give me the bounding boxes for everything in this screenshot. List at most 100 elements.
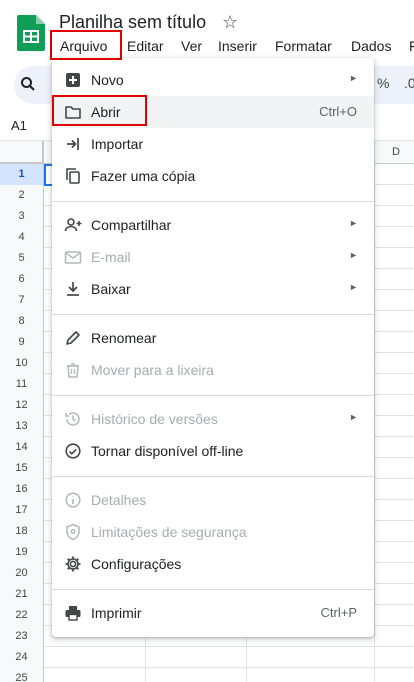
- menu-item-mover-lixeira: Mover para a lixeira: [52, 354, 374, 386]
- menu-item-label: Renomear: [91, 330, 157, 346]
- row-number-header[interactable]: 17: [0, 500, 44, 521]
- menu-item-abrir[interactable]: Abrir Ctrl+O: [52, 96, 374, 128]
- row-number-header[interactable]: 15: [0, 458, 44, 479]
- pencil-icon: [66, 331, 80, 345]
- menu-ver[interactable]: Ver: [181, 38, 202, 54]
- shortcut-label: Ctrl+O: [319, 104, 357, 119]
- row-number-header[interactable]: 14: [0, 437, 44, 458]
- row-number-header[interactable]: 13: [0, 416, 44, 437]
- name-box[interactable]: A1: [11, 118, 27, 133]
- menu-item-detalhes: Detalhes: [52, 484, 374, 516]
- menu-item-limitacoes-seguranca: Limitações de segurança: [52, 516, 374, 548]
- menu-item-label: Imprimir: [91, 605, 142, 621]
- menu-item-renomear[interactable]: Renomear: [52, 322, 374, 354]
- menu-item-label: Compartilhar: [91, 217, 172, 233]
- row-number-header[interactable]: 12: [0, 395, 44, 416]
- submenu-arrow-icon: ►: [349, 218, 358, 228]
- menu-item-imprimir[interactable]: Imprimir Ctrl+P: [52, 597, 374, 629]
- info-icon: [65, 492, 81, 508]
- decrease-decimal-button[interactable]: .0: [404, 75, 414, 91]
- row-number-header[interactable]: 7: [0, 290, 44, 311]
- menu-item-configuracoes[interactable]: Configurações: [52, 548, 374, 580]
- menu-item-label: Tornar disponível off-line: [91, 443, 244, 459]
- submenu-arrow-icon: ►: [349, 250, 358, 260]
- row-number-header[interactable]: 18: [0, 521, 44, 542]
- menu-item-label: Mover para a lixeira: [91, 362, 214, 378]
- select-all-corner[interactable]: [0, 141, 44, 164]
- menu-item-label: Limitações de segurança: [91, 524, 247, 540]
- menu-item-compartilhar[interactable]: Compartilhar ►: [52, 209, 374, 241]
- menu-item-baixar[interactable]: Baixar ►: [52, 273, 374, 305]
- column-header-d[interactable]: D: [392, 146, 400, 158]
- row-number-header[interactable]: 22: [0, 605, 44, 626]
- sheet-row[interactable]: 24: [0, 647, 414, 668]
- row-number-header[interactable]: 25: [0, 668, 44, 682]
- search-menus-icon[interactable]: [20, 76, 36, 92]
- row-number-header[interactable]: 10: [0, 353, 44, 374]
- menu-item-label: Histórico de versões: [91, 411, 218, 427]
- menu-separator: [52, 476, 374, 477]
- row-number-header[interactable]: 19: [0, 542, 44, 563]
- menu-inserir[interactable]: Inserir: [218, 38, 257, 54]
- trash-icon: [67, 363, 79, 378]
- history-icon: [65, 412, 80, 426]
- submenu-arrow-icon: ►: [349, 282, 358, 292]
- star-icon[interactable]: ☆: [222, 12, 238, 33]
- menu-item-offline[interactable]: Tornar disponível off-line: [52, 435, 374, 467]
- new-sheet-icon: [66, 73, 80, 87]
- menu-separator: [52, 314, 374, 315]
- gear-icon: [65, 556, 81, 572]
- row-number-header[interactable]: 21: [0, 584, 44, 605]
- row-number-header[interactable]: 4: [0, 227, 44, 248]
- menu-separator: [52, 589, 374, 590]
- menu-editar[interactable]: Editar: [127, 38, 164, 54]
- share-person-icon: [64, 218, 82, 232]
- menu-separator: [52, 395, 374, 396]
- menu-bar: Arquivo Editar Ver Inserir Formatar Dado…: [0, 36, 414, 58]
- sheet-row[interactable]: 25: [0, 668, 414, 682]
- import-icon: [67, 138, 79, 150]
- shortcut-label: Ctrl+P: [320, 605, 357, 620]
- row-number-header[interactable]: 20: [0, 563, 44, 584]
- menu-ferramentas[interactable]: F: [409, 38, 414, 54]
- format-percent-button[interactable]: %: [377, 75, 389, 91]
- row-number-header[interactable]: 8: [0, 311, 44, 332]
- row-number-header[interactable]: 11: [0, 374, 44, 395]
- menu-item-fazer-copia[interactable]: Fazer uma cópia: [52, 160, 374, 192]
- mail-icon: [64, 251, 82, 264]
- download-icon: [67, 282, 79, 296]
- menu-item-label: Configurações: [91, 556, 182, 572]
- row-number-header[interactable]: 1: [0, 164, 44, 185]
- row-number-header[interactable]: 16: [0, 479, 44, 500]
- menu-dados[interactable]: Dados: [351, 38, 391, 54]
- printer-icon: [65, 606, 81, 621]
- menu-item-label: E-mail: [91, 249, 131, 265]
- menu-formatar[interactable]: Formatar: [275, 38, 332, 54]
- row-number-header[interactable]: 3: [0, 206, 44, 227]
- document-title[interactable]: Planilha sem título: [59, 12, 206, 33]
- file-menu-dropdown: Novo ► Abrir Ctrl+O Importar Fazer uma c…: [52, 58, 374, 637]
- menu-item-email: E-mail ►: [52, 241, 374, 273]
- menu-item-label: Baixar: [91, 281, 131, 297]
- menu-item-label: Fazer uma cópia: [91, 168, 196, 184]
- copy-icon: [66, 168, 80, 184]
- row-number-header[interactable]: 5: [0, 248, 44, 269]
- submenu-arrow-icon: ►: [349, 412, 358, 422]
- menu-arquivo[interactable]: Arquivo: [60, 38, 107, 54]
- row-number-header[interactable]: 6: [0, 269, 44, 290]
- shield-icon: [66, 523, 80, 541]
- menu-item-historico-versoes: Histórico de versões ►: [52, 403, 374, 435]
- menu-item-importar[interactable]: Importar: [52, 128, 374, 160]
- menu-item-label: Abrir: [91, 104, 121, 120]
- offline-check-icon: [65, 443, 81, 459]
- row-number-header[interactable]: 24: [0, 647, 44, 668]
- menu-separator: [52, 201, 374, 202]
- row-number-header[interactable]: 2: [0, 185, 44, 206]
- row-number-header[interactable]: 23: [0, 626, 44, 647]
- row-number-header[interactable]: 9: [0, 332, 44, 353]
- submenu-arrow-icon: ►: [349, 73, 358, 83]
- menu-item-label: Detalhes: [91, 492, 147, 508]
- column-divider: [374, 141, 375, 682]
- menu-item-label: Novo: [91, 72, 124, 88]
- menu-item-novo[interactable]: Novo ►: [52, 64, 374, 96]
